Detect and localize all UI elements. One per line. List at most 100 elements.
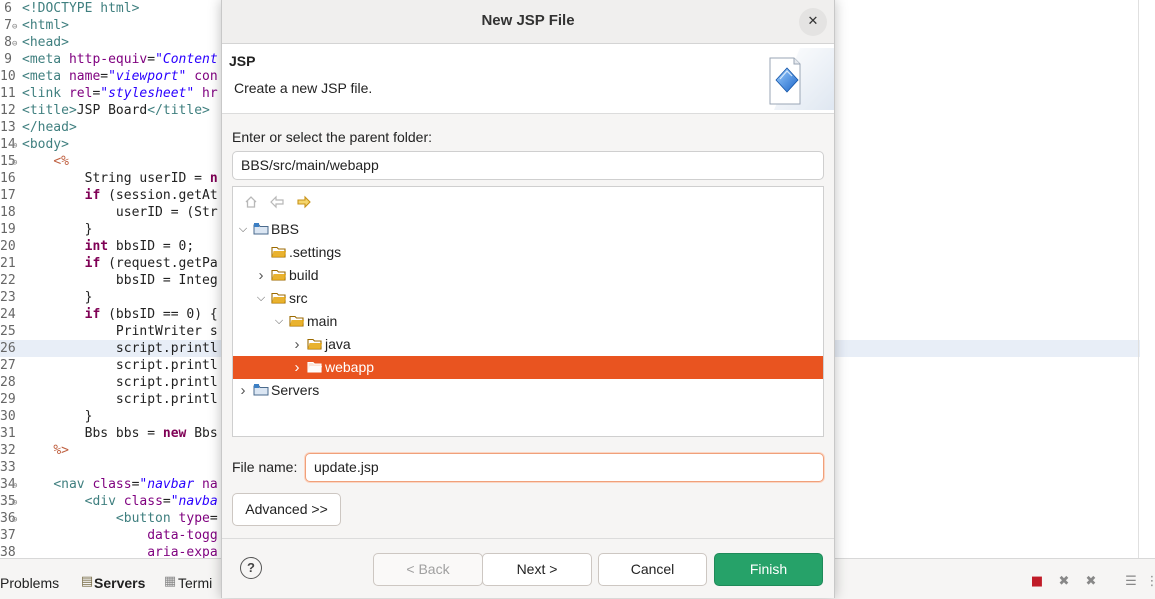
code-text: } xyxy=(22,290,93,305)
tree-item-label: src xyxy=(289,290,308,306)
line-number: 30 xyxy=(0,409,16,424)
folder-icon xyxy=(307,338,322,350)
line-number: 25 xyxy=(0,324,16,339)
code-text: data-togg xyxy=(147,528,218,543)
wizard-header-description: Create a new JSP file. xyxy=(234,80,373,96)
remove-all-icon[interactable]: ✖ xyxy=(1084,575,1098,589)
line-number: 26 xyxy=(0,341,16,356)
tree-item-main[interactable]: ⌵ main xyxy=(233,310,823,333)
line-number: 31 xyxy=(0,426,16,441)
code-text: <body> xyxy=(22,137,69,152)
line-number: 20 xyxy=(0,239,16,254)
home-icon[interactable] xyxy=(244,195,258,209)
close-button[interactable]: ✕ xyxy=(799,8,827,36)
project-folder-icon xyxy=(253,384,269,396)
remove-icon[interactable]: ✖ xyxy=(1057,575,1071,589)
tree-item-label: .settings xyxy=(289,244,342,260)
chevron-down-icon[interactable]: ⌵ xyxy=(255,287,267,310)
code-text: Bbs bbs = new Bbs xyxy=(22,426,218,441)
tree-item-label: webapp xyxy=(325,359,375,375)
line-number: 17 xyxy=(0,188,16,203)
back-arrow-icon[interactable] xyxy=(270,195,284,209)
folder-icon xyxy=(271,269,286,281)
tree-item-label: BBS xyxy=(271,221,300,237)
tree-item-webapp[interactable]: › webapp xyxy=(233,356,823,379)
code-text: <title>JSP Board</title> xyxy=(22,103,210,118)
advanced-button[interactable]: Advanced >> xyxy=(232,493,341,526)
tree-item-servers[interactable]: › Servers xyxy=(233,379,823,402)
code-text: script.printl xyxy=(22,392,218,407)
stop-icon[interactable]: ■ xyxy=(1030,575,1044,589)
tree-item-label: Servers xyxy=(271,382,320,398)
file-name-label: File name: xyxy=(232,459,298,475)
chevron-down-icon[interactable]: ⌵ xyxy=(237,218,249,241)
help-icon[interactable]: ? xyxy=(240,557,262,579)
line-number: 21 xyxy=(0,256,16,271)
dialog-titlebar: New JSP File ✕ xyxy=(222,0,834,44)
chevron-right-icon[interactable]: › xyxy=(255,264,267,287)
servers-icon: ▤ xyxy=(80,574,94,589)
file-name-input[interactable]: update.jsp xyxy=(305,453,824,482)
tree-item-build[interactable]: › build xyxy=(233,264,823,287)
wizard-header: JSP Create a new JSP file. xyxy=(222,44,834,114)
chevron-right-icon[interactable]: › xyxy=(291,356,303,379)
line-number: 16 xyxy=(0,171,16,186)
line-number: 27 xyxy=(0,358,16,373)
line-number: 10 xyxy=(0,69,16,84)
next-button[interactable]: Next > xyxy=(482,553,592,586)
tree-item-label: java xyxy=(325,336,351,352)
forward-arrow-icon[interactable] xyxy=(297,195,311,209)
chevron-right-icon[interactable]: › xyxy=(291,333,303,356)
code-text: <head> xyxy=(22,35,69,50)
code-text: <% xyxy=(53,154,69,169)
chevron-right-icon[interactable]: › xyxy=(237,379,249,402)
tree-item-src[interactable]: ⌵ src xyxy=(233,287,823,310)
tree-item-bbs[interactable]: ⌵ BBS xyxy=(233,218,823,241)
folder-icon xyxy=(289,315,304,327)
dialog-title: New JSP File xyxy=(481,12,575,29)
tree-item-java[interactable]: › java xyxy=(233,333,823,356)
line-number: 7 xyxy=(4,18,12,33)
parent-folder-label: Enter or select the parent folder: xyxy=(232,129,432,145)
parent-folder-input[interactable]: BBS/src/main/webapp xyxy=(232,151,824,180)
code-text: script.printl xyxy=(22,341,218,356)
code-text: String userID = n xyxy=(22,171,218,186)
line-number: 18 xyxy=(0,205,16,220)
tree-item-settings[interactable]: .settings xyxy=(233,241,823,264)
folder-tree[interactable]: ⌵ BBS .settings › build ⌵ src ⌵ main › java › webapp… xyxy=(232,186,824,437)
line-number: 34 xyxy=(0,477,16,492)
code-text: } xyxy=(22,409,93,424)
line-number: 36 xyxy=(0,511,16,526)
tab-terminal[interactable]: Termi xyxy=(178,575,212,591)
code-text: } xyxy=(22,222,93,237)
line-number: 33 xyxy=(0,460,16,475)
code-text: script.printl xyxy=(22,358,218,373)
finish-button[interactable]: Finish xyxy=(714,553,823,586)
chevron-down-icon[interactable]: ⌵ xyxy=(273,310,285,333)
code-text: <meta http-equiv="Content xyxy=(22,52,218,67)
line-number: 14 xyxy=(0,137,16,152)
line-number: 12 xyxy=(0,103,16,118)
code-text: script.printl xyxy=(22,375,218,390)
close-icon: ✕ xyxy=(807,14,819,29)
line-number: 8 xyxy=(4,35,12,50)
more-icon[interactable]: ⋮ xyxy=(1145,575,1155,589)
tab-servers[interactable]: Servers xyxy=(94,575,145,591)
code-text: <link rel="stylesheet" hr xyxy=(22,86,218,101)
tab-problems[interactable]: Problems xyxy=(0,575,59,591)
line-number: 11 xyxy=(0,86,16,101)
code-text: if (session.getAt xyxy=(84,188,218,203)
code-text: PrintWriter s xyxy=(22,324,218,339)
new-jsp-file-dialog: New JSP File ✕ JSP Create a new JSP file… xyxy=(221,0,835,598)
folder-icon xyxy=(271,292,286,304)
line-number: 13 xyxy=(0,120,16,135)
view-menu-icon[interactable]: ☰ xyxy=(1124,575,1138,589)
code-text: <div class="navba xyxy=(84,494,218,509)
code-text: if (request.getPa xyxy=(84,256,218,271)
back-button[interactable]: < Back xyxy=(373,553,483,586)
terminal-icon: ▦ xyxy=(163,574,177,589)
code-text: <meta name="viewport" con xyxy=(22,69,218,84)
code-text: if (bbsID == 0) { xyxy=(84,307,218,322)
cancel-button[interactable]: Cancel xyxy=(598,553,707,586)
line-number: 23 xyxy=(0,290,16,305)
